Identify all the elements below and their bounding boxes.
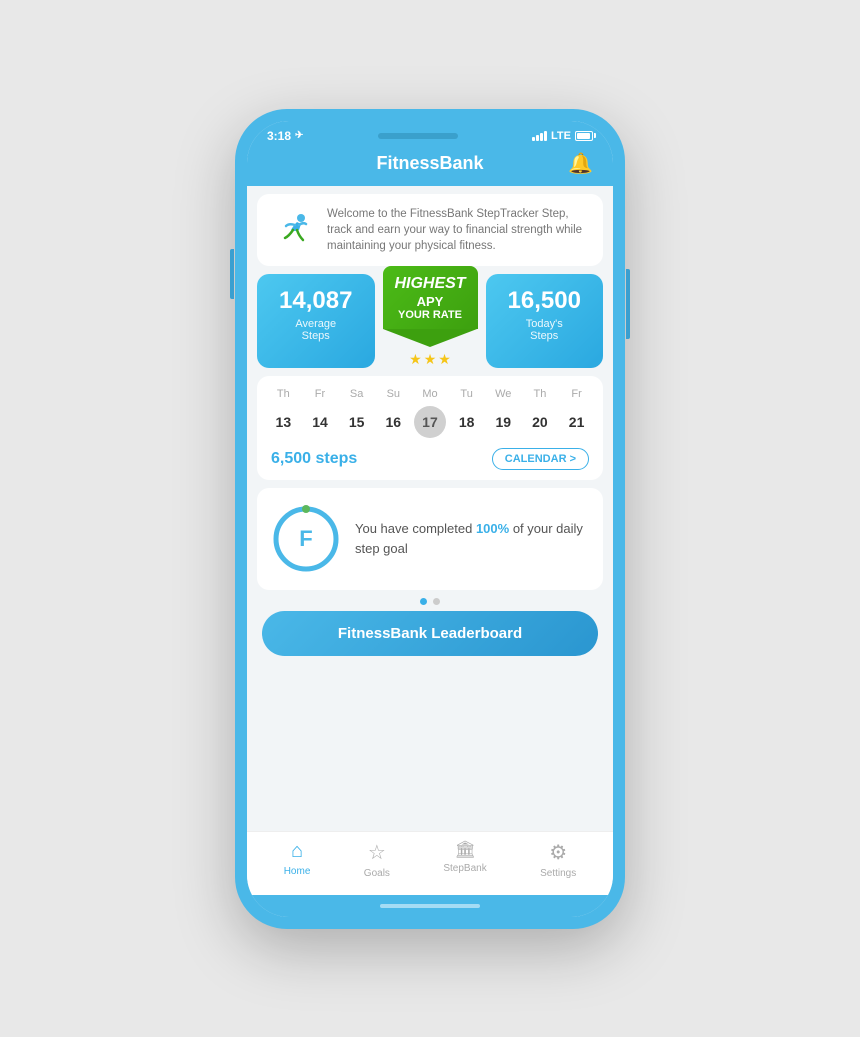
day-th1: Th xyxy=(267,388,299,400)
today-steps-number: 16,500 xyxy=(496,288,594,314)
progress-circle: F xyxy=(271,504,341,574)
notification-bell-icon[interactable]: 🔔 xyxy=(568,151,593,176)
star-3: ★ xyxy=(438,351,451,368)
calendar-section: Th Fr Sa Su Mo Tu We Th Fr 13 14 15 16 1… xyxy=(257,376,603,480)
calendar-dates: 13 14 15 16 17 18 19 20 21 xyxy=(265,406,595,438)
battery-icon xyxy=(575,131,593,141)
nav-stepbank[interactable]: 🏛 StepBank xyxy=(443,840,486,879)
badge-highest-label: HIGHEST xyxy=(391,276,470,292)
badge-apy-label: APY xyxy=(391,294,470,309)
day-th2: Th xyxy=(524,388,556,400)
star-1: ★ xyxy=(409,351,422,368)
today-steps-card: 16,500 Today'sSteps xyxy=(486,274,604,368)
day-mo: Mo xyxy=(414,388,446,400)
day-fr2: Fr xyxy=(561,388,593,400)
bar4 xyxy=(544,131,547,141)
badge-shape: HIGHEST APY YOUR RATE xyxy=(383,266,478,329)
battery-fill xyxy=(577,133,590,139)
camera-pill xyxy=(378,133,458,139)
lte-label: LTE xyxy=(551,130,571,142)
home-icon: ⌂ xyxy=(291,840,303,863)
status-left: 3:18 ✈ xyxy=(267,129,303,143)
settings-icon: ⚙ xyxy=(549,840,567,865)
progress-text1: You have completed xyxy=(355,521,476,536)
signal-bars xyxy=(532,131,547,141)
location-icon: ✈ xyxy=(295,130,303,141)
stats-row: 14,087 AverageSteps HIGHEST APY YOUR RAT… xyxy=(257,274,603,368)
avg-steps-card: 14,087 AverageSteps xyxy=(257,274,375,368)
day-sa: Sa xyxy=(341,388,373,400)
bar3 xyxy=(540,133,543,141)
avg-steps-label: AverageSteps xyxy=(267,318,365,342)
date-14[interactable]: 14 xyxy=(304,406,336,438)
runner-icon xyxy=(271,208,315,252)
nav-goals[interactable]: ☆ Goals xyxy=(364,840,390,879)
phone-frame: 3:18 ✈ LTE FitnessBank 🔔 xyxy=(235,109,625,929)
badge-your-rate-label: YOUR RATE xyxy=(391,309,470,321)
nav-stepbank-label: StepBank xyxy=(443,863,486,874)
day-fr1: Fr xyxy=(304,388,336,400)
calendar-day-labels: Th Fr Sa Su Mo Tu We Th Fr xyxy=(265,388,595,400)
date-20[interactable]: 20 xyxy=(524,406,556,438)
today-steps-label: Today'sSteps xyxy=(496,318,594,342)
date-16[interactable]: 16 xyxy=(377,406,409,438)
top-nav: FitnessBank 🔔 xyxy=(247,147,613,186)
status-right: LTE xyxy=(532,130,593,142)
welcome-card: Welcome to the FitnessBank StepTracker S… xyxy=(257,194,603,266)
app-title: FitnessBank xyxy=(376,153,483,174)
day-tu: Tu xyxy=(451,388,483,400)
date-19[interactable]: 19 xyxy=(487,406,519,438)
progress-text: You have completed 100% of your daily st… xyxy=(355,519,589,558)
date-13[interactable]: 13 xyxy=(267,406,299,438)
apy-badge: HIGHEST APY YOUR RATE ★ ★ ★ xyxy=(383,266,478,368)
date-15[interactable]: 15 xyxy=(341,406,373,438)
svg-text:F: F xyxy=(299,526,312,551)
power-button xyxy=(626,269,630,339)
nav-goals-label: Goals xyxy=(364,868,390,879)
phone-screen: 3:18 ✈ LTE FitnessBank 🔔 xyxy=(247,121,613,917)
bottom-nav: ⌂ Home ☆ Goals 🏛 StepBank ⚙ Settings xyxy=(247,831,613,895)
progress-percentage: 100% xyxy=(476,521,509,536)
calendar-button[interactable]: CALENDAR > xyxy=(492,448,589,470)
day-we: We xyxy=(487,388,519,400)
dot-2 xyxy=(433,598,440,605)
status-bar: 3:18 ✈ LTE xyxy=(247,121,613,147)
date-17[interactable]: 17 xyxy=(414,406,446,438)
star-2: ★ xyxy=(424,351,437,368)
main-content: Welcome to the FitnessBank StepTracker S… xyxy=(247,186,613,831)
goals-icon: ☆ xyxy=(368,840,386,865)
steps-count: 6,500 steps xyxy=(271,450,357,468)
nav-settings-label: Settings xyxy=(540,868,576,879)
avg-steps-number: 14,087 xyxy=(267,288,365,314)
progress-card: F You have completed 100% of your daily … xyxy=(257,488,603,590)
badge-stars: ★ ★ ★ xyxy=(409,351,451,368)
date-21[interactable]: 21 xyxy=(561,406,593,438)
leaderboard-button[interactable]: FitnessBank Leaderboard xyxy=(262,611,598,656)
stepbank-icon: 🏛 xyxy=(454,840,476,860)
nav-settings[interactable]: ⚙ Settings xyxy=(540,840,576,879)
home-indicator xyxy=(247,895,613,917)
home-bar xyxy=(380,904,480,908)
bar1 xyxy=(532,137,535,141)
time-display: 3:18 xyxy=(267,129,291,143)
date-18[interactable]: 18 xyxy=(451,406,483,438)
bar2 xyxy=(536,135,539,141)
day-su: Su xyxy=(377,388,409,400)
dot-1 xyxy=(420,598,427,605)
volume-button xyxy=(230,249,234,299)
nav-home-label: Home xyxy=(284,866,311,877)
welcome-text: Welcome to the FitnessBank StepTracker S… xyxy=(327,206,589,254)
page-dots xyxy=(247,598,613,605)
nav-home[interactable]: ⌂ Home xyxy=(284,840,311,879)
calendar-footer: 6,500 steps CALENDAR > xyxy=(265,448,595,470)
